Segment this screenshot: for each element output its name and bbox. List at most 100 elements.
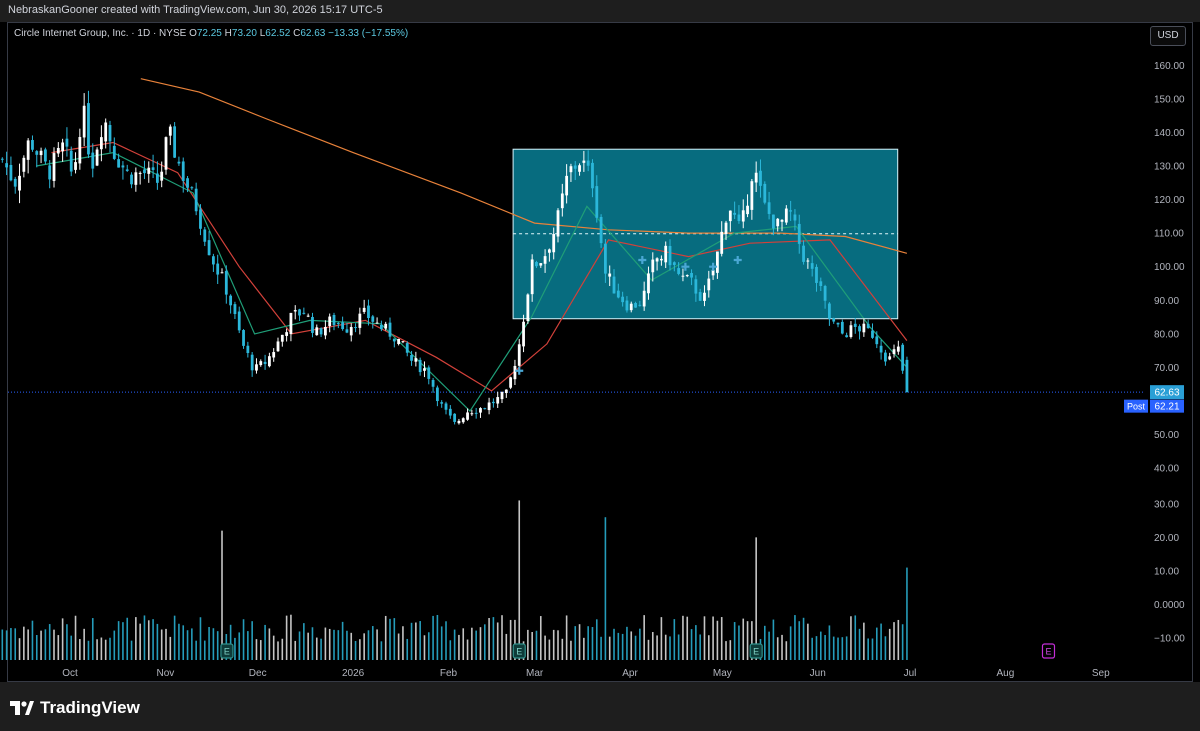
earnings-event-label: E [516,647,522,657]
volume-bar [10,628,12,660]
volume-bar [854,615,857,660]
candle-body [332,314,336,325]
volume-bar [539,616,542,660]
volume-bar [83,628,85,660]
candle-body [526,294,530,321]
volume-bar [781,634,783,660]
time-tick-label: Sep [1092,668,1110,679]
volume-bar [561,638,564,660]
volume-bar [346,630,348,660]
candle-body [509,377,513,388]
volume-bar [328,628,331,660]
volume-bar [725,641,727,660]
candle-body [431,379,435,387]
candle-body [901,344,905,371]
candle-body [440,402,444,404]
candle-body [565,175,569,196]
volume-bar [906,567,908,660]
volume-bar [117,621,120,660]
candle-body [233,304,237,315]
candle-body [496,397,500,404]
candle-body [121,165,125,168]
volume-bar [630,631,633,660]
volume-bar [143,615,146,660]
candle-body [311,316,314,333]
candle-body [629,303,633,311]
volume-bar [126,617,129,660]
candle-body [267,356,271,367]
volume-bar [122,622,124,660]
volume-bar [819,631,822,660]
volume-bar [268,628,271,660]
candle-body [427,367,431,379]
candle-body [578,165,581,172]
volume-bar [466,639,469,660]
volume-bar [647,639,650,660]
volume-bar [423,635,426,660]
low-value: 62.52 [265,28,291,39]
volume-bar [290,614,292,660]
volume-bar [87,640,90,660]
candle-body [871,330,874,338]
candle-body [612,276,616,294]
candle-body [879,345,883,353]
candle-body [319,328,323,335]
volume-bar [341,621,344,660]
candle-body [483,408,487,410]
candle-body [237,311,241,331]
volume-bar [14,628,17,660]
chart-canvas[interactable]: E E E E 160.00 150.00 140.00 130.00 120.00 110.0… [0,0,1200,731]
volume-bar [617,632,620,660]
volume-bar [471,627,473,660]
candle-body [466,412,469,420]
price-tick-label: 70.00 [1154,363,1179,374]
volume-bar [535,630,538,660]
candle-body [690,272,693,278]
volume-bar [794,615,796,660]
volume-bar [462,628,465,660]
candle-body [367,305,370,319]
candle-body [397,338,401,344]
candle-body [582,160,586,163]
time-tick-label: Oct [62,668,78,679]
volume-bar [824,635,826,660]
volume-bar [483,624,486,660]
candle-body [470,413,474,415]
volume-bar [337,630,340,660]
volume-bar [703,616,706,660]
candle-body [130,174,133,185]
volume-bar [755,537,757,660]
candle-body [634,302,637,308]
candle-body [323,327,327,336]
volume-bar [242,619,245,660]
candle-body [52,153,56,181]
candle-body [517,344,521,366]
candle-body [229,295,233,306]
change-value: −13.33 (−17.55%) [328,28,409,39]
high-label: H [224,28,232,39]
volume-bar [742,618,745,660]
price-tick-label: 130.00 [1154,162,1185,173]
candle-body [306,315,310,317]
candle-body [160,171,164,181]
volume-bar [359,639,361,660]
candle-body [384,323,388,329]
volume-bar [518,500,521,660]
volume-bar [203,640,206,660]
candle-body [711,269,715,276]
volume-bar [139,623,141,660]
volume-tick-label: 10.00 [1154,566,1179,577]
candle-body [806,260,810,262]
candle-body [849,325,853,337]
candle-body [608,273,612,277]
volume-bar [173,615,176,660]
last-price-label: 62.63 [1154,388,1179,399]
volume-bar [608,636,611,660]
volume-bar [74,615,77,660]
candle-body [65,138,69,147]
currency-button[interactable]: USD [1150,26,1186,46]
candle-body [862,323,866,333]
volume-bar [841,637,844,660]
price-tick-label: 120.00 [1154,195,1185,206]
volume-bar [871,638,874,660]
